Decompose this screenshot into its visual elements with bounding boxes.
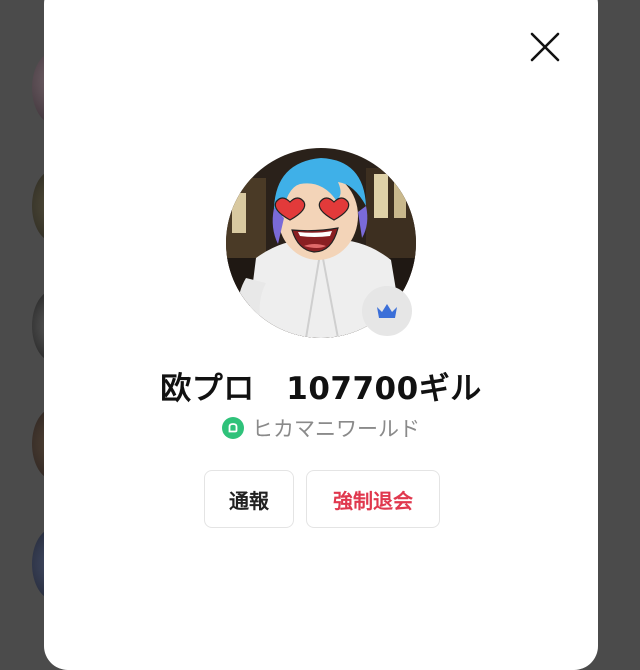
report-button[interactable]: 通報 — [204, 470, 294, 528]
profile-name: 欧プロ 107700ギル — [160, 371, 482, 407]
kick-button[interactable]: 強制退会 — [306, 470, 440, 528]
admin-badge — [362, 286, 412, 336]
community-icon — [222, 417, 244, 439]
close-icon — [530, 32, 560, 62]
close-button[interactable] — [528, 30, 562, 64]
crown-icon — [377, 304, 397, 318]
profile-modal: 欧プロ 107700ギル ヒカマニワールド 通報 強制退会 — [44, 0, 598, 670]
community-name: ヒカマニワールド — [252, 417, 420, 441]
profile-avatar-wrapper — [226, 148, 416, 338]
community-row: ヒカマニワールド — [44, 413, 598, 443]
